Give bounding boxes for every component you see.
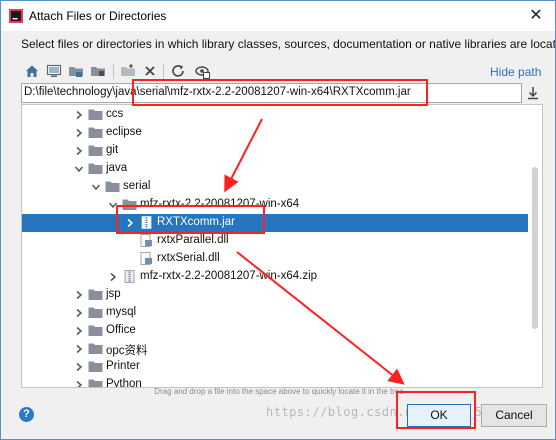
tree-item-label: java bbox=[106, 162, 128, 174]
folder-icon bbox=[88, 127, 103, 138]
tree-item[interactable]: Office bbox=[22, 322, 528, 340]
tree-item-label: ccs bbox=[106, 108, 124, 120]
chevron-right-icon[interactable] bbox=[74, 290, 84, 300]
tree-item[interactable]: rxtxParallel.dll bbox=[22, 232, 528, 250]
path-input[interactable]: D:\file\technology\java\serial\mfz-rxtx-… bbox=[21, 83, 522, 103]
download-icon[interactable] bbox=[525, 85, 541, 101]
tree-item[interactable]: eclipse bbox=[22, 124, 528, 142]
tree-item[interactable]: mysql bbox=[22, 304, 528, 322]
chevron-right-icon[interactable] bbox=[74, 308, 84, 318]
tree-scrollbar[interactable] bbox=[530, 105, 540, 385]
folder-icon bbox=[88, 307, 103, 318]
chevron-right-icon[interactable] bbox=[74, 344, 84, 354]
chevron-down-icon[interactable] bbox=[91, 182, 101, 192]
chevron-down-icon[interactable] bbox=[74, 164, 84, 174]
cancel-button[interactable]: Cancel bbox=[481, 404, 547, 427]
tree-item-label: opc资料 bbox=[106, 345, 148, 357]
chevron-right-icon[interactable] bbox=[125, 218, 135, 228]
folder-icon bbox=[88, 109, 103, 120]
toolbar-separator bbox=[113, 64, 114, 79]
tree-item[interactable]: ccs bbox=[22, 106, 528, 124]
tree-item[interactable]: mfz-rxtx-2.2-20081207-win-x64 bbox=[22, 196, 528, 214]
desktop-icon[interactable] bbox=[45, 62, 63, 80]
hide-path-link[interactable]: Hide path bbox=[490, 65, 541, 79]
drag-drop-hint: Drag and drop a file into the space abov… bbox=[154, 387, 404, 396]
folder-icon bbox=[88, 361, 103, 372]
tree-item[interactable]: mfz-rxtx-2.2-20081207-win-x64.zip bbox=[22, 268, 528, 286]
tree-item-label: rxtxParallel.dll bbox=[157, 234, 229, 246]
toolbar-separator bbox=[163, 64, 164, 79]
folder-icon bbox=[88, 145, 103, 156]
refresh-icon[interactable] bbox=[169, 62, 187, 80]
ok-button[interactable]: OK bbox=[407, 404, 471, 427]
tree-item[interactable]: RXTXcomm.jar bbox=[22, 214, 528, 232]
chevron-right-icon[interactable] bbox=[74, 128, 84, 138]
chevron-right-icon[interactable] bbox=[74, 362, 84, 372]
tree-item-label: rxtxSerial.dll bbox=[157, 252, 220, 264]
chevron-right-icon[interactable] bbox=[74, 110, 84, 120]
folder-icon bbox=[88, 289, 103, 300]
folder-icon bbox=[88, 163, 103, 174]
tree-item[interactable]: jsp bbox=[22, 286, 528, 304]
chevron-right-icon[interactable] bbox=[74, 326, 84, 336]
tree-item-label: eclipse bbox=[106, 126, 142, 138]
intellij-app-icon bbox=[9, 9, 23, 23]
tree-item-label: Office bbox=[106, 324, 136, 336]
home-icon[interactable] bbox=[23, 62, 41, 80]
dialog-title: Attach Files or Directories bbox=[29, 9, 167, 23]
close-button[interactable]: ✕ bbox=[523, 4, 549, 28]
title-bar: Attach Files or Directories ✕ bbox=[1, 1, 555, 31]
tree-item[interactable]: rxtxSerial.dll bbox=[22, 250, 528, 268]
folder-icon bbox=[122, 199, 137, 210]
jar-archive-icon bbox=[141, 216, 152, 229]
folder-icon bbox=[88, 343, 103, 354]
tree-item-label: jsp bbox=[106, 288, 121, 300]
zip-archive-icon bbox=[124, 270, 135, 283]
tree-item-label: RXTXcomm.jar bbox=[157, 216, 235, 228]
dll-file-icon bbox=[140, 252, 152, 265]
tree-item-label: mysql bbox=[106, 306, 137, 318]
path-input-value: D:\file\technology\java\serial\mfz-rxtx-… bbox=[24, 86, 411, 98]
file-tree[interactable]: ccs eclipse git java serial mfz-rxtx-2.2-2008… bbox=[21, 104, 543, 388]
tree-item-label: Printer bbox=[106, 360, 140, 372]
folder-icon bbox=[105, 181, 120, 192]
attach-files-dialog: Attach Files or Directories ✕ Select fil… bbox=[0, 0, 556, 440]
tree-item-label: mfz-rxtx-2.2-20081207-win-x64 bbox=[140, 198, 300, 210]
tree-item[interactable]: opc资料 bbox=[22, 340, 528, 358]
folder-icon bbox=[88, 325, 103, 336]
delete-icon[interactable] bbox=[141, 62, 159, 80]
scrollbar-thumb[interactable] bbox=[532, 167, 538, 329]
tree-item-label: mfz-rxtx-2.2-20081207-win-x64.zip bbox=[140, 270, 318, 282]
tree-item[interactable]: java bbox=[22, 160, 528, 178]
dll-file-icon bbox=[140, 234, 152, 247]
project-folder-icon[interactable] bbox=[67, 62, 85, 80]
dialog-description: Select files or directories in which lib… bbox=[21, 37, 556, 51]
help-button[interactable]: ? bbox=[19, 407, 34, 422]
module-folder-icon[interactable] bbox=[89, 62, 107, 80]
tree-item[interactable]: Printer bbox=[22, 358, 528, 376]
tree-item-label: serial bbox=[123, 180, 151, 192]
chevron-right-icon[interactable] bbox=[74, 146, 84, 156]
tree-item[interactable]: git bbox=[22, 142, 528, 160]
new-folder-icon[interactable] bbox=[119, 62, 137, 80]
show-hidden-icon[interactable] bbox=[193, 62, 211, 80]
chevron-down-icon[interactable] bbox=[108, 200, 118, 210]
tree-item-label: git bbox=[106, 144, 119, 156]
chevron-right-icon[interactable] bbox=[108, 272, 118, 282]
tree-item[interactable]: serial bbox=[22, 178, 528, 196]
